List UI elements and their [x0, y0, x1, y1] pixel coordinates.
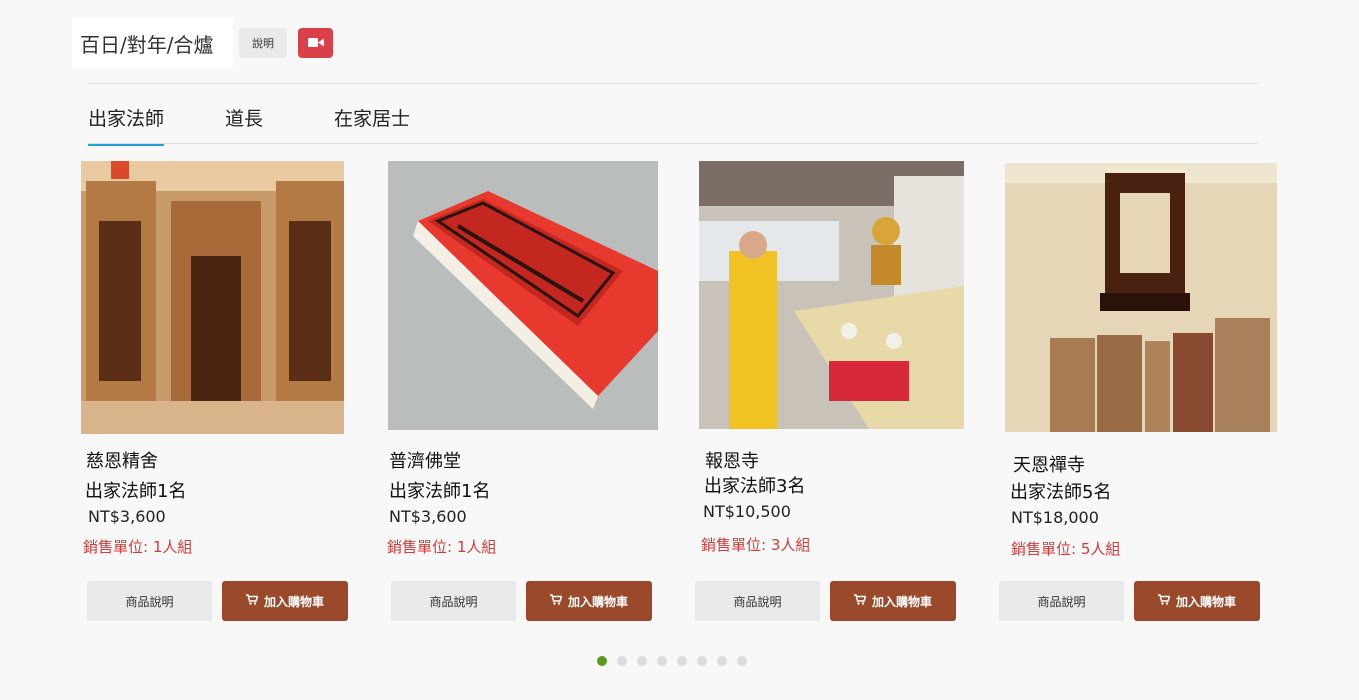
cart-icon: [1157, 594, 1171, 608]
product-sales-unit: 銷售單位: 5人組: [1011, 540, 1121, 558]
product-temple: 報恩寺: [705, 451, 759, 472]
add-to-cart-button[interactable]: 加入購物車: [222, 581, 348, 621]
tabs-divider: [88, 143, 1258, 144]
add-to-cart-label: 加入購物車: [263, 594, 324, 609]
product-sales-unit: 銷售單位: 1人組: [83, 538, 193, 556]
carousel-dot-4[interactable]: [657, 656, 667, 666]
product-info-button[interactable]: 商品說明: [87, 581, 212, 621]
page-title: 百日/對年/合爐: [72, 17, 233, 69]
add-to-cart-label: 加入購物車: [871, 594, 932, 609]
product-image-scripture-book[interactable]: [388, 161, 658, 430]
carousel-dot-1[interactable]: [597, 656, 607, 666]
product-info-button[interactable]: 商品說明: [695, 581, 820, 621]
product-sales-unit: 銷售單位: 1人組: [387, 538, 497, 556]
product-image-temple-ceremony[interactable]: [699, 161, 964, 429]
product-price: NT$10,500: [703, 502, 791, 521]
carousel-dot-3[interactable]: [637, 656, 647, 666]
product-price: NT$3,600: [389, 507, 467, 526]
product-price: NT$18,000: [1011, 508, 1099, 527]
cart-icon: [853, 594, 867, 608]
add-to-cart-label: 加入購物車: [567, 594, 628, 609]
product-sales-unit: 銷售單位: 3人組: [701, 536, 811, 554]
tab-monks[interactable]: 出家法師: [88, 104, 165, 146]
video-button[interactable]: [298, 28, 333, 58]
product-image-wooden-tablets[interactable]: [1005, 163, 1277, 432]
product-image-memorial-tablets[interactable]: [81, 161, 344, 434]
carousel-pagination: [597, 656, 747, 666]
product-quota: 出家法師3名: [704, 476, 806, 497]
header-divider: [88, 83, 1258, 84]
product-info-button[interactable]: 商品說明: [999, 581, 1124, 621]
product-price: NT$3,600: [88, 507, 166, 526]
add-to-cart-button[interactable]: 加入購物車: [830, 581, 956, 621]
carousel-dot-5[interactable]: [677, 656, 687, 666]
carousel-dot-6[interactable]: [697, 656, 707, 666]
product-temple: 天恩禪寺: [1013, 455, 1085, 476]
tab-lay-buddhist[interactable]: 在家居士: [334, 104, 410, 143]
product-temple: 慈恩精舍: [86, 451, 158, 472]
cart-icon: [245, 594, 259, 608]
product-temple: 普濟佛堂: [389, 451, 461, 472]
add-to-cart-button[interactable]: 加入購物車: [1134, 581, 1260, 621]
video-camera-icon: [307, 36, 324, 51]
cart-icon: [549, 594, 563, 608]
product-quota: 出家法師5名: [1010, 482, 1112, 503]
carousel-dot-8[interactable]: [737, 656, 747, 666]
description-button[interactable]: 說明: [239, 28, 287, 58]
product-info-button[interactable]: 商品說明: [391, 581, 516, 621]
add-to-cart-label: 加入購物車: [1175, 594, 1236, 609]
product-quota: 出家法師1名: [85, 481, 187, 502]
add-to-cart-button[interactable]: 加入購物車: [526, 581, 652, 621]
carousel-dot-7[interactable]: [717, 656, 727, 666]
product-quota: 出家法師1名: [389, 481, 491, 502]
tab-taoist-priest[interactable]: 道長: [225, 104, 263, 143]
carousel-dot-2[interactable]: [617, 656, 627, 666]
